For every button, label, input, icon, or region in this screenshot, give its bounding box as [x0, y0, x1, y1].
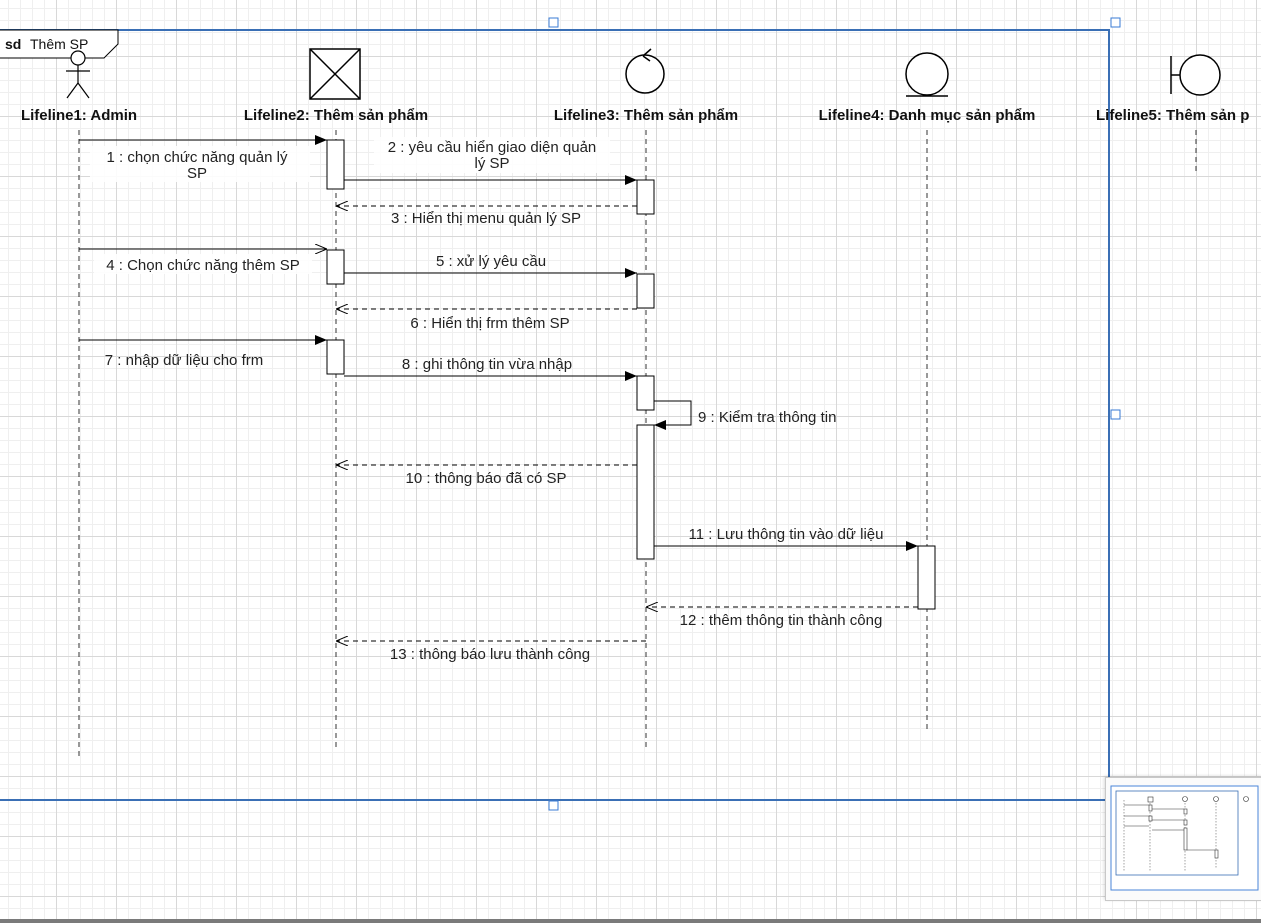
svg-text:SP: SP — [187, 165, 207, 182]
svg-text:13 : thông báo lưu thành công: 13 : thông báo lưu thành công — [390, 646, 590, 663]
lifeline-label-admin[interactable]: Lifeline1: Admin — [21, 107, 137, 124]
lifeline-label-danh-muc-san-pham[interactable]: Lifeline4: Danh mục sản phẩm — [819, 107, 1036, 124]
boundary-icon[interactable] — [1170, 54, 1221, 96]
message-1[interactable]: 1 : chọn chức năng quản lý SP — [79, 135, 327, 182]
outline-minimap[interactable] — [1105, 777, 1261, 901]
activation-bar[interactable] — [326, 139, 345, 190]
message-3[interactable]: 3 : Hiển thị menu quản lý SP — [336, 206, 637, 227]
lifeline-label-them-san-pham-boundary[interactable]: Lifeline5: Thêm sản p — [1096, 107, 1249, 124]
svg-text:8 : ghi thông tin vừa nhập: 8 : ghi thông tin vừa nhập — [402, 356, 572, 373]
svg-text:1 : chọn chức năng quản lý: 1 : chọn chức năng quản lý — [107, 149, 288, 166]
activation-bar[interactable] — [326, 249, 345, 285]
message-4[interactable]: 4 : Chọn chức năng thêm SP — [79, 249, 327, 274]
bottom-status-bar — [0, 919, 1261, 923]
resize-handle-top[interactable] — [548, 17, 559, 28]
svg-text:4 : Chọn chức năng thêm SP: 4 : Chọn chức năng thêm SP — [106, 257, 299, 274]
boundary-box-icon[interactable] — [309, 48, 361, 100]
diagram-canvas[interactable]: sd Thêm SP Lifeline1: Admin Lifeline2: T… — [0, 0, 1261, 923]
entity-icon[interactable] — [905, 52, 949, 97]
svg-text:3 : Hiển thị menu quản lý SP: 3 : Hiển thị menu quản lý SP — [391, 210, 581, 227]
message-6[interactable]: 6 : Hiển thị frm thêm SP — [336, 309, 637, 332]
lifeline-label-them-san-pham-control[interactable]: Lifeline3: Thêm sản phẩm — [554, 107, 738, 124]
svg-text:7 : nhập dữ liệu cho frm: 7 : nhập dữ liệu cho frm — [105, 352, 263, 369]
minimap-preview[interactable] — [1106, 778, 1261, 900]
resize-handle-bottom[interactable] — [548, 800, 559, 811]
message-5[interactable]: 5 : xử lý yêu cầu — [344, 253, 637, 278]
svg-text:9 : Kiểm tra thông tin: 9 : Kiểm tra thông tin — [698, 409, 836, 426]
message-7[interactable]: 7 : nhập dữ liệu cho frm — [79, 335, 327, 369]
message-2[interactable]: 2 : yêu cầu hiển giao diện quản lý SP — [344, 137, 637, 185]
svg-text:lý SP: lý SP — [474, 155, 509, 172]
activation-bar[interactable] — [326, 339, 345, 375]
resize-handle-right[interactable] — [1110, 409, 1121, 420]
svg-text:12 : thêm thông tin thành công: 12 : thêm thông tin thành công — [680, 612, 883, 629]
activation-bar[interactable] — [636, 424, 655, 560]
frame-name: Thêm SP — [30, 36, 88, 52]
message-8[interactable]: 8 : ghi thông tin vừa nhập — [344, 356, 637, 381]
control-icon[interactable] — [625, 48, 665, 94]
activation-bar[interactable] — [636, 179, 655, 215]
message-11[interactable]: 11 : Lưu thông tin vào dữ liệu — [654, 526, 918, 551]
svg-text:10 : thông báo đã có SP: 10 : thông báo đã có SP — [406, 470, 567, 487]
lifeline-label-them-san-pham-ui[interactable]: Lifeline2: Thêm sản phẩm — [244, 107, 428, 124]
svg-text:2 : yêu cầu hiển giao diện quả: 2 : yêu cầu hiển giao diện quản — [388, 139, 597, 156]
svg-text:6 : Hiển thị frm thêm SP: 6 : Hiển thị frm thêm SP — [410, 315, 569, 332]
activation-bar[interactable] — [917, 545, 936, 610]
resize-handle-top-right[interactable] — [1110, 17, 1121, 28]
message-12[interactable]: 12 : thêm thông tin thành công — [646, 607, 918, 629]
activation-bar[interactable] — [636, 273, 655, 309]
svg-text:11 : Lưu thông tin vào dữ liệu: 11 : Lưu thông tin vào dữ liệu — [689, 526, 884, 543]
svg-text:5 : xử lý yêu cầu: 5 : xử lý yêu cầu — [436, 253, 546, 270]
frame-keyword: sd — [5, 36, 21, 52]
message-10[interactable]: 10 : thông báo đã có SP — [336, 465, 637, 487]
message-9[interactable]: 9 : Kiểm tra thông tin — [654, 400, 836, 430]
activation-bar[interactable] — [636, 375, 655, 411]
message-13[interactable]: 13 : thông báo lưu thành công — [336, 641, 646, 663]
